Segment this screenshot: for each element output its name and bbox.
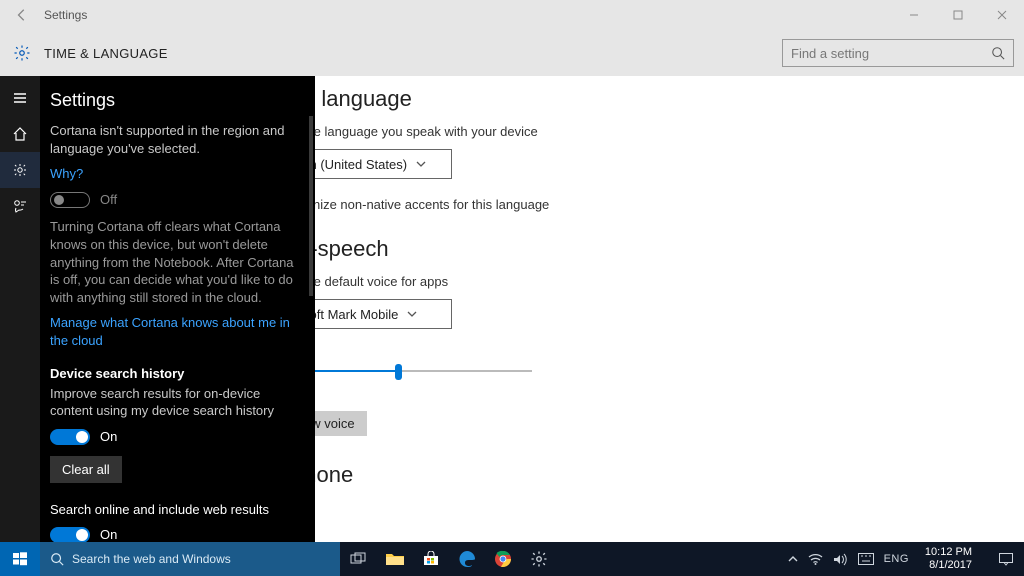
start-button[interactable]: [0, 542, 40, 576]
settings-category-icon: [0, 44, 44, 62]
tray-volume[interactable]: [833, 553, 848, 566]
rail-feedback[interactable]: [0, 188, 40, 224]
speech-language-heading: ch language: [292, 86, 1004, 112]
maximize-icon: [953, 10, 963, 20]
search-icon: [991, 46, 1005, 60]
language-indicator[interactable]: ENG: [884, 553, 909, 565]
gear-icon: [12, 162, 28, 178]
cortana-off-note: Turning Cortana off clears what Cortana …: [50, 218, 301, 306]
chevron-up-icon: [788, 554, 798, 564]
voice-select[interactable]: soft Mark Mobile: [292, 299, 452, 329]
speech-language-value: sh (United States): [303, 157, 407, 172]
rail-home[interactable]: [0, 116, 40, 152]
task-view-button[interactable]: [342, 542, 376, 576]
device-history-heading: Device search history: [50, 365, 301, 383]
taskbar: Search the web and Windows: [0, 542, 1024, 576]
system-tray: ENG 10:12 PM 8/1/2017: [788, 542, 1024, 576]
device-history-toggle[interactable]: On: [50, 428, 301, 446]
chevron-down-icon: [406, 308, 418, 320]
keyboard-icon: [858, 553, 874, 565]
edge-icon: [458, 550, 476, 568]
microphone-heading: phone: [292, 462, 1004, 488]
minimize-button[interactable]: [892, 10, 936, 20]
chrome-icon: [494, 550, 512, 568]
cortana-settings-panel: Settings Cortana isn't supported in the …: [0, 76, 315, 542]
maximize-button[interactable]: [936, 10, 980, 20]
search-icon: [50, 552, 64, 566]
arrow-left-icon: [15, 8, 29, 22]
cortana-settings-title: Settings: [50, 88, 301, 112]
cortana-unsupported-msg: Cortana isn't supported in the region an…: [50, 122, 301, 157]
tray-overflow[interactable]: [788, 554, 798, 564]
clear-all-button[interactable]: Clear all: [50, 456, 122, 483]
wifi-icon: [808, 553, 823, 565]
web-results-toggle[interactable]: On: [50, 526, 301, 542]
taskbar-search[interactable]: Search the web and Windows: [40, 542, 340, 576]
clock-date: 8/1/2017: [925, 559, 972, 572]
hamburger-icon: [12, 90, 28, 106]
notification-icon: [998, 552, 1014, 566]
web-results-toggle-label: On: [100, 526, 117, 542]
tts-sub: e the default voice for apps: [292, 274, 1004, 289]
action-center-button[interactable]: [988, 542, 1024, 576]
store-icon: [422, 551, 440, 567]
speech-language-sub: e the language you speak with your devic…: [292, 124, 1004, 139]
gear-icon: [13, 44, 31, 62]
device-history-desc: Improve search results for on-device con…: [50, 385, 301, 420]
clock[interactable]: 10:12 PM 8/1/2017: [919, 546, 978, 571]
taskbar-apps: [340, 542, 556, 576]
tray-network[interactable]: [808, 553, 823, 565]
cortana-nav-rail: [0, 76, 40, 542]
accent-note: cognize non-native accents for this lang…: [292, 197, 1004, 212]
speech-language-select[interactable]: sh (United States): [292, 149, 452, 179]
chrome-button[interactable]: [486, 542, 520, 576]
tts-heading: to-speech: [292, 236, 1004, 262]
store-button[interactable]: [414, 542, 448, 576]
minimize-icon: [909, 10, 919, 20]
edge-button[interactable]: [450, 542, 484, 576]
page-title: TIME & LANGUAGE: [44, 46, 168, 61]
speech-settings-page: ch language e the language you speak wit…: [262, 76, 1024, 542]
window-titlebar: Settings: [0, 0, 1024, 30]
find-setting-search[interactable]: Find a setting: [782, 39, 1014, 67]
file-explorer-button[interactable]: [378, 542, 412, 576]
gear-icon: [530, 550, 548, 568]
toggle-switch-on: [50, 527, 90, 542]
folder-icon: [385, 551, 405, 567]
tray-ime[interactable]: [858, 553, 874, 565]
volume-icon: [833, 553, 848, 566]
rail-menu[interactable]: [0, 80, 40, 116]
taskbar-search-placeholder: Search the web and Windows: [72, 552, 231, 566]
slider-thumb[interactable]: [395, 364, 402, 380]
voice-select-value: soft Mark Mobile: [303, 307, 398, 322]
voice-speed-slider[interactable]: [292, 361, 532, 381]
back-button[interactable]: [0, 8, 44, 22]
chevron-down-icon: [415, 158, 427, 170]
cortana-settings-body: Settings Cortana isn't supported in the …: [40, 76, 315, 542]
task-view-icon: [350, 552, 368, 566]
toggle-switch-off: [50, 192, 90, 208]
home-icon: [12, 126, 28, 142]
window-title: Settings: [44, 8, 892, 22]
find-setting-placeholder: Find a setting: [791, 46, 991, 61]
close-icon: [997, 10, 1007, 20]
why-link[interactable]: Why?: [50, 165, 301, 183]
feedback-icon: [12, 198, 28, 214]
settings-content: ch language e the language you speak wit…: [0, 76, 1024, 542]
windows-logo-icon: [12, 551, 28, 567]
settings-header: TIME & LANGUAGE Find a setting: [0, 30, 1024, 76]
web-results-heading: Search online and include web results: [50, 501, 301, 519]
manage-cloud-link[interactable]: Manage what Cortana knows about me in th…: [50, 314, 301, 349]
clock-time: 10:12 PM: [925, 546, 972, 559]
settings-app-button[interactable]: [522, 542, 556, 576]
toggle-switch-on: [50, 429, 90, 445]
cortana-toggle: Off: [50, 191, 301, 209]
scrollbar[interactable]: [309, 116, 313, 296]
device-history-toggle-label: On: [100, 428, 117, 446]
cortana-toggle-label: Off: [100, 191, 117, 209]
close-button[interactable]: [980, 10, 1024, 20]
rail-settings[interactable]: [0, 152, 40, 188]
